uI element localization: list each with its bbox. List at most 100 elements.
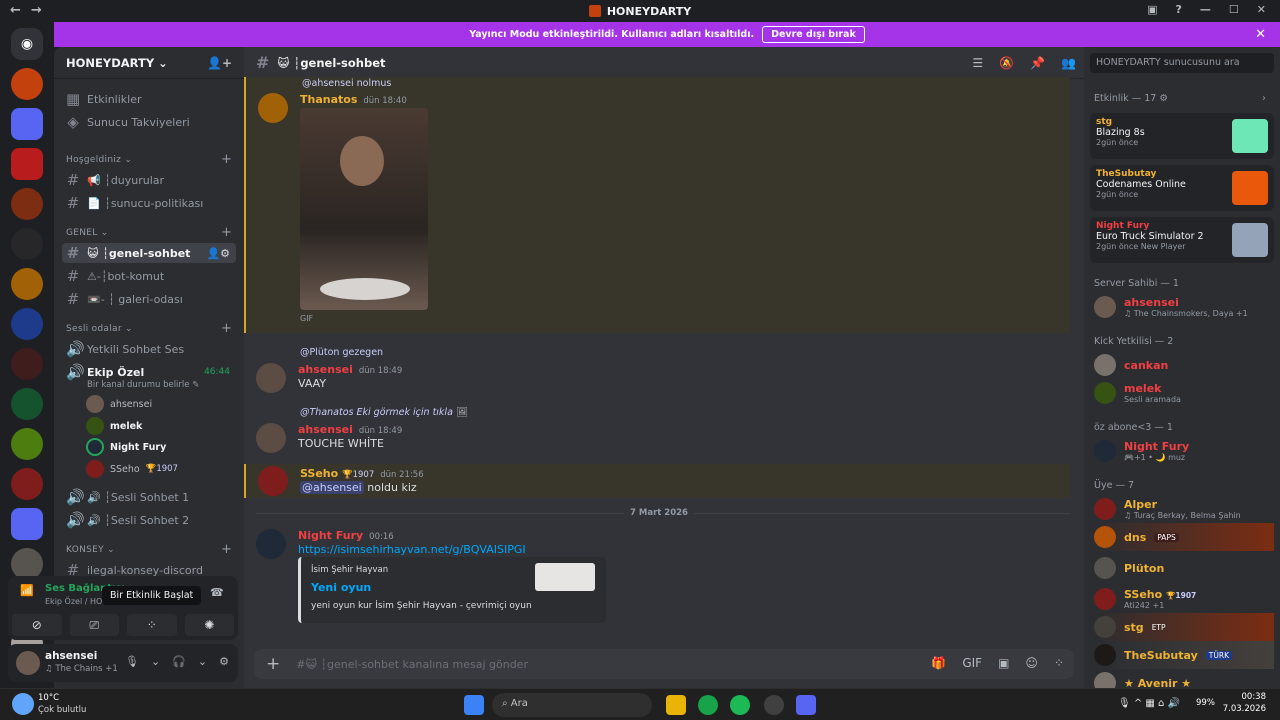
channel-politika[interactable]: # 📄 ┆sunucu-politikası [62, 193, 236, 213]
activity-header[interactable]: Etkinlik — 17 ⚙ › [1094, 93, 1266, 104]
server-icon[interactable] [11, 228, 43, 260]
soundboard-icon[interactable]: ✺ [184, 614, 234, 636]
file-explorer-icon[interactable] [666, 695, 686, 715]
server-search-input[interactable]: HONEYDARTY sunucusunu ara [1090, 53, 1274, 73]
gif-icon[interactable]: GIF [962, 656, 982, 670]
voice-channel-ekip[interactable]: 🔊 Ekip Özel 46:44 [62, 362, 236, 382]
member-item[interactable]: melek Sesli aramada [1094, 379, 1274, 407]
embed-title[interactable]: Yeni oyun [311, 581, 371, 594]
help-icon[interactable]: ? [1176, 3, 1182, 16]
server-icon[interactable] [11, 388, 43, 420]
activity-card[interactable]: TheSubutay Codenames Online 2gün önce [1090, 165, 1274, 211]
user-mention[interactable]: @ahsensei [300, 481, 364, 494]
voice-channel-path[interactable]: Ekip Özel / HO [45, 597, 102, 606]
member-item[interactable]: dns PAPS [1094, 523, 1274, 551]
folder-icon[interactable] [11, 108, 43, 140]
members-icon[interactable]: 👥 [1061, 56, 1076, 70]
boosts-item[interactable]: ◈ Sunucu Takviyeleri [62, 112, 236, 132]
discord-taskbar-icon[interactable] [796, 695, 816, 715]
voice-channel-sesli2[interactable]: 🔊 🔊 ┆Sesli Sohbet 2 [62, 510, 236, 530]
message-input[interactable]: + #😺 ┆genel-sohbet kanalına mesaj gönder… [254, 649, 1074, 679]
channel-galeri[interactable]: # 📼- ┆ galeri-odası [62, 289, 236, 309]
avatar[interactable] [258, 466, 288, 496]
message-link[interactable]: https://isimsehirhayvan.net/g/BQVAISIPGI [298, 543, 526, 556]
gif-image[interactable] [300, 108, 428, 310]
username[interactable]: Thanatos [300, 93, 357, 106]
server-icon[interactable] [11, 68, 43, 100]
add-channel-icon[interactable]: + [221, 542, 232, 557]
add-channel-icon[interactable]: + [221, 321, 232, 336]
tray-icons[interactable]: 🎙 ^ ▦ ⌂ 🔊 [1118, 698, 1180, 709]
voice-user[interactable]: melek [86, 417, 142, 435]
spotify-icon[interactable] [730, 695, 750, 715]
category-konsey[interactable]: KONSEY ⌄ + [66, 542, 232, 557]
message[interactable]: @ahsensei nolmus Thanatos dün 18:40 GIF [244, 77, 1070, 333]
member-item[interactable]: Alper ♫ Turaç Berkay, Belma Şahin [1094, 495, 1274, 523]
pin-icon[interactable]: 📌 [1030, 56, 1045, 70]
activity-card[interactable]: Night Fury Euro Truck Simulator 2 2gün ö… [1090, 217, 1274, 263]
reply-preview[interactable]: @ahsensei nolmus [302, 78, 391, 89]
add-channel-icon[interactable]: + [221, 152, 232, 167]
username[interactable]: SSeho [300, 467, 338, 480]
channel-status[interactable]: Bir kanal durumu belirle ✎ [87, 380, 199, 390]
add-channel-icon[interactable]: + [221, 225, 232, 240]
username[interactable]: Night Fury [298, 529, 363, 542]
avatar[interactable] [16, 651, 40, 675]
voice-user[interactable]: ahsensei [86, 395, 152, 413]
microphone-icon[interactable]: 🎙 [125, 655, 139, 668]
reply-preview[interactable]: @Plüton gezegen [300, 347, 383, 358]
chevron-right-icon[interactable]: › [1262, 93, 1266, 104]
disconnect-icon[interactable]: ☎ [210, 586, 224, 599]
chrome-icon[interactable] [698, 695, 718, 715]
notification-bell-icon[interactable]: 🔕 [999, 56, 1014, 70]
server-header[interactable]: HONEYDARTY ⌄ 👤+ [54, 47, 244, 79]
avatar[interactable] [256, 529, 286, 559]
screen-share-icon[interactable]: ⎚ [69, 614, 119, 636]
voice-channel-sesli1[interactable]: 🔊 🔊 ┆Sesli Sohbet 1 [62, 487, 236, 507]
activity-card[interactable]: stg Blazing 8s 2gün önce [1090, 113, 1274, 159]
settings-icon[interactable]: 👤⚙ [206, 247, 230, 260]
close-window-button[interactable]: ✕ [1257, 3, 1266, 16]
member-item[interactable]: cankan [1094, 351, 1274, 379]
chevron-down-icon[interactable]: ⌄ [198, 655, 207, 668]
avatar[interactable] [256, 363, 286, 393]
voice-channel-yetkili[interactable]: 🔊 Yetkili Sohbet Ses [62, 339, 236, 359]
server-icon[interactable] [11, 188, 43, 220]
member-item[interactable]: Plüton [1094, 554, 1274, 582]
headphones-icon[interactable]: 🎧 [172, 655, 186, 668]
events-item[interactable]: ▦ Etkinlikler [62, 89, 236, 109]
threads-icon[interactable]: ☰ [972, 56, 983, 70]
forward-arrow-icon[interactable]: → [31, 3, 42, 18]
voice-user[interactable]: SSeho 🏆1907 [86, 460, 178, 478]
channel-genel-sohbet[interactable]: # 😺 ┆genel-sohbet 👤⚙ [62, 243, 236, 263]
maximize-button[interactable]: ☐ [1229, 3, 1239, 16]
server-icon[interactable] [11, 148, 43, 180]
back-arrow-icon[interactable]: ← [10, 3, 21, 18]
add-attachment-icon[interactable]: + [266, 654, 280, 674]
sticker-icon[interactable]: ▣ [998, 656, 1009, 670]
gift-icon[interactable]: 🎁 [931, 656, 946, 670]
user-name[interactable]: ahsensei [45, 650, 97, 662]
category-genel[interactable]: GENEL ⌄ + [66, 225, 232, 240]
server-icon[interactable] [11, 268, 43, 300]
taskbar-search[interactable]: ⌕ Ara [492, 693, 652, 717]
message[interactable]: @Thanatos Eki görmek için tıkla 🖼 ahsens… [244, 407, 1070, 457]
member-item[interactable]: stg ETP [1094, 613, 1274, 641]
discord-home-icon[interactable]: ◉ [11, 28, 43, 60]
message[interactable]: @Plüton gezegen ahsensei dün 18:49 VAAY [244, 347, 1070, 397]
member-item[interactable]: TheSubutay TÜRK [1094, 641, 1274, 669]
close-icon[interactable]: ✕ [1255, 27, 1266, 42]
category-sesli[interactable]: Sesli odalar ⌄ + [66, 321, 232, 336]
voice-user[interactable]: Night Fury [86, 438, 166, 456]
disable-streamer-button[interactable]: Devre dışı bırak [762, 26, 865, 43]
app-icon[interactable] [764, 695, 784, 715]
server-icon[interactable] [11, 468, 43, 500]
windows-start-icon[interactable] [464, 695, 484, 715]
message[interactable]: SSeho 🏆1907 dün 21:56 @ahsensei noldu kiz [244, 464, 1070, 498]
member-item[interactable]: SSeho 🏆1907 Ati242 +1 [1094, 585, 1274, 613]
member-item[interactable]: Night Fury 🎮+1 • 🌙 muz [1094, 437, 1274, 465]
avatar[interactable] [258, 93, 288, 123]
inbox-icon[interactable]: ▣ [1147, 3, 1157, 16]
folder-icon[interactable] [11, 508, 43, 540]
server-icon[interactable] [11, 428, 43, 460]
